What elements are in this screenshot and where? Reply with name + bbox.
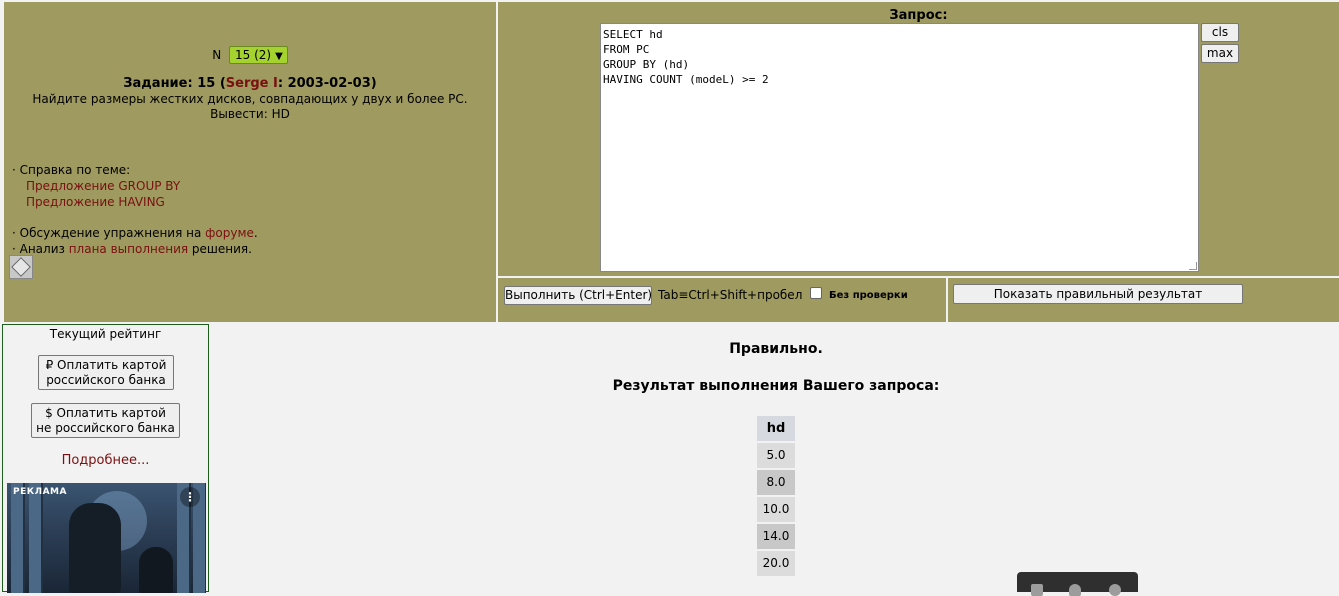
record-icon[interactable] — [1109, 584, 1121, 596]
table-row: 14.0 — [757, 524, 795, 549]
forum-link[interactable]: форуме — [205, 226, 254, 240]
cls-button[interactable]: cls — [1201, 23, 1239, 42]
task-panel: N 15 (2) ▼ Задание: 15 (Serge I: 2003-02-… — [4, 2, 496, 322]
task-author: Serge I — [225, 76, 278, 91]
ad-menu-icon[interactable]: ⋮ — [180, 487, 200, 507]
table-header-hd: hd — [757, 416, 795, 441]
help-heading: · Справка по теме: — [12, 163, 131, 177]
help-section: · Справка по теме: Предложение GROUP BY … — [12, 162, 258, 257]
ad-banner[interactable]: РЕКЛАМА ⋮ — [7, 483, 206, 593]
task-select[interactable]: 15 (2) ▼ — [229, 46, 288, 64]
link-group-by[interactable]: Предложение GROUP BY — [26, 179, 180, 193]
task-select-value: 15 (2) — [235, 48, 272, 62]
task-description: Найдите размеры жестких дисков, совпадаю… — [4, 92, 496, 122]
ad-label: РЕКЛАМА — [13, 487, 67, 497]
max-button[interactable]: max — [1201, 44, 1239, 63]
floating-toolbar — [1017, 572, 1138, 596]
pay-russian-card-button[interactable]: ₽ Оплатить картой российского банка — [38, 355, 174, 390]
query-panel: Запрос: SELECT hd FROM PC GROUP BY (hd) … — [498, 2, 1339, 276]
plan-link[interactable]: плана выполнения — [69, 242, 188, 256]
show-result-bar: Показать правильный результат — [948, 278, 1339, 322]
rating-sidebar: Текущий рейтинг ₽ Оплатить картой россий… — [2, 324, 209, 593]
plan-line: · Анализ плана выполнения решения. — [12, 242, 252, 256]
query-label: Запрос: — [889, 8, 948, 23]
rating-title: Текущий рейтинг — [49, 327, 162, 341]
table-row: 10.0 — [757, 497, 795, 522]
task-output-line: Вывести: HD — [210, 107, 290, 121]
result-table: hd 5.0 8.0 10.0 14.0 20.0 — [757, 416, 795, 578]
ad-person-image — [69, 503, 121, 593]
plan-diagram-icon[interactable] — [9, 255, 33, 279]
shield-icon[interactable] — [1069, 584, 1081, 596]
link-having[interactable]: Предложение HAVING — [26, 195, 165, 209]
no-check-checkbox[interactable] — [810, 287, 822, 299]
more-link[interactable]: Подробнее... — [3, 453, 208, 468]
run-bar: Выполнить (Ctrl+Enter) Tab≡Ctrl+Shift+пр… — [498, 278, 946, 322]
resize-grip-icon[interactable] — [1189, 262, 1197, 270]
task-selector-row: N 15 (2) ▼ — [4, 46, 496, 64]
no-check-label: Без проверки — [829, 290, 908, 301]
result-status: Правильно. — [729, 341, 823, 357]
sql-editor[interactable]: SELECT hd FROM PC GROUP BY (hd) HAVING C… — [600, 23, 1199, 272]
show-correct-result-button[interactable]: Показать правильный результат — [953, 284, 1243, 304]
table-row: 8.0 — [757, 470, 795, 495]
forum-line: · Обсуждение упражнения на форуме. — [12, 226, 258, 240]
stop-icon[interactable] — [1031, 584, 1043, 596]
pay-foreign-card-button[interactable]: $ Оплатить картой не российского банка — [31, 403, 180, 438]
task-title: Задание: 15 (Serge I: 2003-02-03) — [123, 76, 377, 91]
execute-button[interactable]: Выполнить (Ctrl+Enter) — [504, 286, 652, 305]
table-row: 20.0 — [757, 551, 795, 576]
tab-hint: Tab≡Ctrl+Shift+пробел — [658, 288, 803, 302]
table-row: 5.0 — [757, 443, 795, 468]
task-selector-label: N — [212, 48, 222, 62]
chevron-down-icon: ▼ — [275, 51, 283, 62]
result-heading: Результат выполнения Вашего запроса: — [612, 378, 940, 394]
